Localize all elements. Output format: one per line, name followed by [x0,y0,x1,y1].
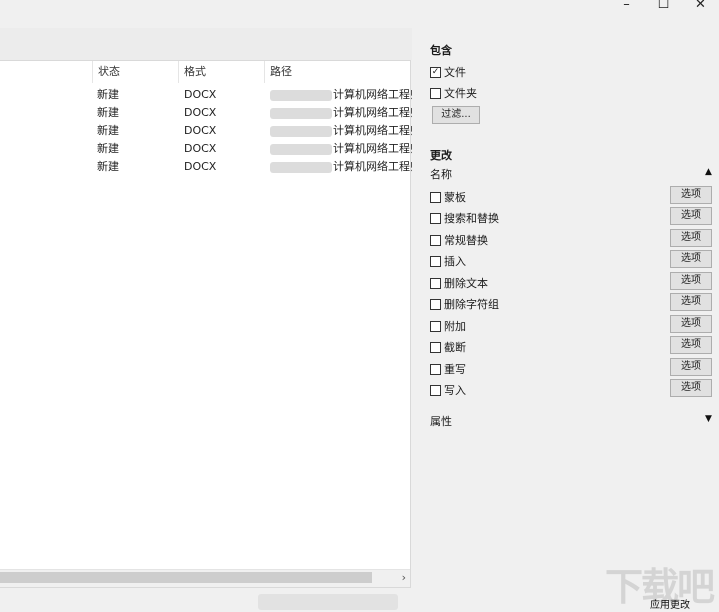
change-item-label: 删除字符组 [444,298,499,311]
checkbox-box[interactable] [430,277,441,289]
column-path[interactable]: 路径 [264,61,410,83]
change-item-label: 插入 [444,255,466,268]
attributes-header[interactable]: 属性 [430,413,452,429]
file-row[interactable]: 新建 DOCX 计算机网络工程师 [0,104,415,122]
change-item-label: 搜索和替换 [444,212,499,225]
row-format: DOCX [184,142,217,155]
change-item[interactable]: 截断 [430,339,466,355]
folder-checkbox-label: 文件夹 [444,87,477,100]
maximize-button[interactable]: ☐ [645,0,682,14]
change-item-label: 常规替换 [444,234,488,247]
row-status: 新建 [97,106,119,119]
change-item[interactable]: 删除文本 [430,275,488,291]
redacted-path [270,90,332,101]
toolbar-area [0,28,412,60]
option-button[interactable]: 选项 [670,358,712,376]
change-item-label: 写入 [444,384,466,397]
row-path: 计算机网络工程师 [333,88,415,101]
change-item[interactable]: 重写 [430,361,466,377]
redacted-path [270,144,332,155]
change-item[interactable]: 搜索和替换 [430,210,499,226]
row-format: DOCX [184,106,217,119]
scroll-thumb[interactable] [0,572,372,583]
row-status: 新建 [97,124,119,137]
checkbox-box[interactable] [430,298,441,310]
change-section-title: 更改 [430,149,452,162]
change-item-label: 附加 [444,320,466,333]
change-item-label: 截断 [444,341,466,354]
file-row[interactable]: 新建 DOCX 计算机网络工程师 [0,122,415,140]
file-checkbox-label: 文件 [444,66,466,79]
redacted-status [258,594,398,610]
change-item[interactable]: 插入 [430,253,466,269]
change-item[interactable]: 附加 [430,318,466,334]
name-header: 名称 [430,168,452,181]
row-path: 计算机网络工程师 [333,142,415,155]
change-item[interactable]: 写入 [430,382,466,398]
redacted-path [270,108,332,119]
checkbox-box[interactable]: ✓ [430,66,441,78]
redacted-path [270,126,332,137]
option-button[interactable]: 选项 [670,315,712,333]
close-button[interactable]: ✕ [682,0,719,14]
row-path: 计算机网络工程师 [333,124,415,137]
checkbox-box[interactable] [430,341,441,353]
apply-changes-button[interactable]: 应用更改 [650,596,690,611]
row-format: DOCX [184,88,217,101]
minimize-button[interactable]: – [608,0,645,14]
file-list-header: 状态 格式 路径 [0,61,410,83]
change-item-label: 蒙板 [444,191,466,204]
option-button[interactable]: 选项 [670,272,712,290]
expand-down-icon[interactable]: ▼ [705,414,712,424]
row-path: 计算机网络工程师 [333,106,415,119]
change-item[interactable]: 常规替换 [430,232,488,248]
row-format: DOCX [184,124,217,137]
row-path: 计算机网络工程师 [333,160,415,173]
checkbox-box[interactable] [430,191,441,203]
redacted-path [270,162,332,173]
file-checkbox[interactable]: ✓ 文件 [430,64,466,80]
checkbox-box[interactable] [430,255,441,267]
options-panel: 包含 ✓ 文件 文件夹 过滤... 更改 名称 ▲ 蒙板 选项 搜索和替换 选项… [412,28,719,612]
checkbox-box[interactable] [430,363,441,375]
checkbox-box[interactable] [430,320,441,332]
file-row[interactable]: 新建 DOCX 计算机网络工程师 [0,140,415,158]
file-row[interactable]: 新建 DOCX 计算机网络工程师 [0,158,415,176]
include-section-title: 包含 [430,44,452,57]
horizontal-scrollbar[interactable]: › [0,569,410,587]
change-item[interactable]: 删除字符组 [430,296,499,312]
option-button[interactable]: 选项 [670,207,712,225]
option-button[interactable]: 选项 [670,186,712,204]
row-status: 新建 [97,142,119,155]
checkbox-box[interactable] [430,87,441,99]
column-status[interactable]: 状态 [92,61,178,83]
filter-button[interactable]: 过滤... [432,106,480,124]
file-list[interactable]: 状态 格式 路径 新建 DOCX 计算机网络工程师 新建 DOCX 计算机网络工… [0,60,415,588]
collapse-up-icon[interactable]: ▲ [705,167,712,177]
checkbox-box[interactable] [430,384,441,396]
checkbox-box[interactable] [430,234,441,246]
folder-checkbox[interactable]: 文件夹 [430,85,477,101]
change-item[interactable]: 蒙板 [430,189,466,205]
change-item-label: 删除文本 [444,277,488,290]
file-row[interactable]: 新建 DOCX 计算机网络工程师 [0,86,415,104]
row-status: 新建 [97,88,119,101]
option-button[interactable]: 选项 [670,379,712,397]
scroll-right-icon[interactable]: › [402,570,406,586]
checkbox-box[interactable] [430,212,441,224]
column-format[interactable]: 格式 [178,61,264,83]
option-button[interactable]: 选项 [670,336,712,354]
row-status: 新建 [97,160,119,173]
window-controls: – ☐ ✕ [608,0,719,14]
row-format: DOCX [184,160,217,173]
option-button[interactable]: 选项 [670,229,712,247]
option-button[interactable]: 选项 [670,293,712,311]
change-item-label: 重写 [444,363,466,376]
option-button[interactable]: 选项 [670,250,712,268]
